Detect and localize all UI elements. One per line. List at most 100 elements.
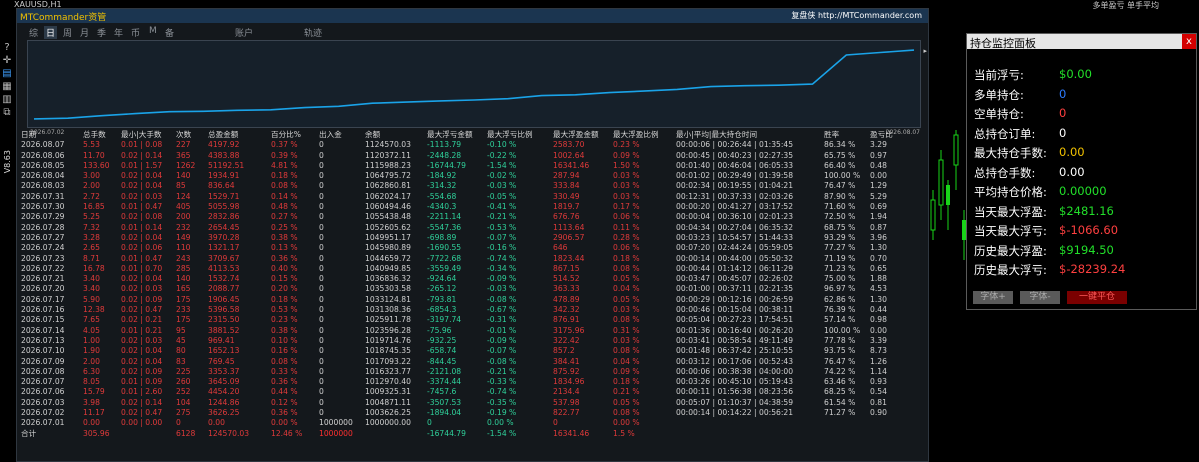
table-row[interactable]: 2026.07.28 7.32 0.01 | 0.14 232 2654.45 0.25 … <box>19 223 925 233</box>
cell-deposit: 0 <box>319 202 324 212</box>
close-all-button[interactable]: 一键平仓 <box>1067 291 1127 304</box>
cell-min-max-lots: 0.02 | 0.03 <box>121 191 163 201</box>
tab-weekly[interactable]: 周 <box>63 26 72 39</box>
cell-min-max-lots: 0.02 | 0.14 <box>121 397 163 407</box>
cell-total-profit: 51192.51 <box>208 160 245 170</box>
header-max-float-profit[interactable]: 最大浮盈金额 <box>553 130 599 140</box>
cell-max-float-loss-pct: -0.16 % <box>487 243 517 253</box>
font-increase-button[interactable]: 字体+ <box>973 291 1013 304</box>
cell-percent: 0.36 % <box>271 408 298 418</box>
table-row[interactable]: 2026.07.29 5.25 0.02 | 0.08 200 2832.86 0.27 … <box>19 212 925 222</box>
table-row[interactable]: 2026.07.14 4.05 0.01 | 0.21 95 3881.52 0.38 %… <box>19 326 925 336</box>
table-row[interactable]: 2026.07.21 3.40 0.02 | 0.04 140 1532.74 0.15 … <box>19 274 925 284</box>
table-row[interactable]: 2026.07.10 1.90 0.02 | 0.04 80 1652.13 0.16 %… <box>19 346 925 356</box>
table-row[interactable]: 2026.07.02 11.17 0.02 | 0.47 275 3626.25 0.36… <box>19 408 925 418</box>
table-row[interactable]: 2026.07.13 1.00 0.02 | 0.03 45 969.41 0.10 % 0… <box>19 336 925 346</box>
cell-trade-count: 260 <box>176 377 191 387</box>
cell-max-float-profit-pct: 0.17 % <box>613 202 640 212</box>
tab-overview[interactable]: 综 <box>29 26 38 39</box>
scroll-right-icon[interactable]: ▸ <box>923 47 927 55</box>
table-row[interactable]: 2026.07.20 3.40 0.02 | 0.03 165 2088.77 0.20 … <box>19 284 925 294</box>
cell-max-float-profit: 1113.64 <box>553 222 585 232</box>
cell-max-float-profit-pct: 0.21 % <box>613 387 640 397</box>
cell-date: 2026.07.14 <box>21 325 65 335</box>
table-row[interactable]: 2026.08.04 3.00 0.02 | 0.04 140 1934.91 0.18 … <box>19 171 925 181</box>
table-row[interactable]: 2026.07.06 15.79 0.01 | 2.60 252 4454.20 0.44… <box>19 387 925 397</box>
table-row[interactable]: 2026.07.16 12.38 0.02 | 0.47 233 5396.58 0.53… <box>19 305 925 315</box>
cell-total-profit: 4454.20 <box>208 387 240 397</box>
header-deposit[interactable]: 出入金 <box>319 130 342 140</box>
header-max-float-profit-pct[interactable]: 最大浮盈比例 <box>613 130 659 140</box>
cell-trade-count: 80 <box>176 346 186 356</box>
tab-track[interactable]: 轨迹 <box>304 26 322 39</box>
cell-total-lots: 12.38 <box>83 305 105 315</box>
table-row[interactable]: 2026.07.31 2.72 0.02 | 0.03 124 1529.71 0.14 … <box>19 192 925 202</box>
cell-max-float-profit: 330.49 <box>553 191 580 201</box>
cell-total-profit: 5055.98 <box>208 202 240 212</box>
table-row[interactable]: 2026.07.01 0.00 0.00 | 0.00 0 0.00 0.00 % 1000… <box>19 418 925 428</box>
question-icon[interactable]: ? <box>1 42 13 53</box>
table-row[interactable]: 2026.07.09 2.00 0.02 | 0.04 83 769.45 0.08 % 0… <box>19 357 925 367</box>
header-percent[interactable]: 百分比% <box>271 130 301 140</box>
crosshair-icon[interactable]: ✛ <box>1 55 13 66</box>
cell-max-float-profit-pct: 0.09 % <box>613 150 640 160</box>
tab-daily[interactable]: 日 <box>44 26 58 39</box>
header-total-lots[interactable]: 总手数 <box>83 130 106 140</box>
cell-balance: 1064795.72 <box>365 171 411 181</box>
font-decrease-button[interactable]: 字体- <box>1020 291 1060 304</box>
table-icon[interactable]: ▥ <box>1 94 13 105</box>
table-row[interactable]: 2026.07.07 8.05 0.01 | 0.09 260 3645.09 0.36 … <box>19 377 925 387</box>
table-row[interactable]: 2026.07.27 3.28 0.02 | 0.04 149 3970.28 0.38 … <box>19 233 925 243</box>
table-row[interactable]: 2026.07.15 7.65 0.02 | 0.21 175 2315.50 0.23 … <box>19 315 925 325</box>
grid-icon[interactable]: ▦ <box>1 81 13 92</box>
daily-stats-table: 日期 总手数 最小|大手数 次数 总盈金额 百分比% 出入金 余额 最大浮亏金额 最大浮亏比例 最大… <box>19 130 925 439</box>
close-icon[interactable]: x <box>1182 34 1196 49</box>
cell-date: 2026.07.21 <box>21 274 65 284</box>
tab-note[interactable]: 备 <box>165 26 174 39</box>
tab-quarterly[interactable]: 季 <box>97 26 106 39</box>
header-date[interactable]: 日期 <box>21 130 36 140</box>
header-total-profit[interactable]: 总盈金额 <box>208 130 238 140</box>
tab-yearly[interactable]: 年 <box>114 26 123 39</box>
cell-balance: 1036836.32 <box>365 274 411 284</box>
table-row[interactable]: 2026.07.08 6.30 0.02 | 0.09 225 3353.37 0.33 … <box>19 367 925 377</box>
header-balance[interactable]: 余额 <box>365 130 380 140</box>
cell-deposit: 0 <box>319 335 324 345</box>
tab-currency[interactable]: 币 <box>131 26 140 39</box>
tab-magic[interactable]: M <box>149 26 157 36</box>
table-row[interactable]: 2026.07.03 3.98 0.02 | 0.14 104 1244.86 0.12 … <box>19 398 925 408</box>
table-row[interactable]: 2026.07.24 2.65 0.02 | 0.06 110 1321.17 0.13 … <box>19 243 925 253</box>
cell-total-profit: 1529.71 <box>208 191 240 201</box>
cell-max-float-profit-pct: 0.11 % <box>613 222 640 232</box>
cell-date: 2026.08.03 <box>21 181 65 191</box>
header-max-float-loss-pct[interactable]: 最大浮亏比例 <box>487 130 533 140</box>
table-row[interactable]: 2026.08.07 5.53 0.01 | 0.08 227 4197.92 0.37 … <box>19 140 925 150</box>
table-row[interactable]: 2026.08.05 133.60 0.01 | 1.57 1262 51192.51 4… <box>19 161 925 171</box>
header-max-float-loss[interactable]: 最大浮亏金额 <box>427 130 473 140</box>
table-row[interactable]: 2026.07.30 16.85 0.01 | 0.47 405 5055.98 0.48… <box>19 202 925 212</box>
header-hold-time[interactable]: 最小|平均|最大持仓时间 <box>676 130 757 140</box>
header-win-rate[interactable]: 胜率 <box>824 130 839 140</box>
window-icon[interactable]: ⧉ <box>1 107 13 118</box>
side-value: 0.00 <box>1059 164 1085 179</box>
chart-icon[interactable]: ▤ <box>1 68 13 79</box>
cell-max-float-loss: -16744.79 <box>427 160 466 170</box>
tab-account[interactable]: 账户 <box>235 26 253 39</box>
header-trade-count[interactable]: 次数 <box>176 130 191 140</box>
cell-percent: 0.40 % <box>271 263 298 273</box>
header-min-max-lots[interactable]: 最小|大手数 <box>121 130 162 140</box>
table-row[interactable]: 2026.07.22 16.78 0.01 | 0.70 285 4113.53 0.40… <box>19 264 925 274</box>
cell-win-rate: 93.29 % <box>824 232 856 242</box>
table-row[interactable]: 2026.07.23 8.71 0.01 | 0.47 243 3709.67 0.36 … <box>19 254 925 264</box>
cell-total-profit: 1934.91 <box>208 171 240 181</box>
cell-trade-count: 95 <box>176 325 186 335</box>
cell-min-max-lots: 0.02 | 0.09 <box>121 294 163 304</box>
panel-website-link[interactable]: 复盘侠 http://MTCommander.com <box>791 10 922 21</box>
header-profit-ratio[interactable]: 盈亏比 <box>870 130 893 140</box>
cell-win-rate: 65.75 % <box>824 150 856 160</box>
table-row[interactable]: 2026.08.06 11.70 0.02 | 0.14 365 4383.88 0.39… <box>19 151 925 161</box>
cell-deposit: 0 <box>319 305 324 315</box>
table-row[interactable]: 2026.07.17 5.90 0.02 | 0.09 175 1906.45 0.18 … <box>19 295 925 305</box>
table-row[interactable]: 2026.08.03 2.00 0.02 | 0.04 85 836.64 0.08 % 0… <box>19 181 925 191</box>
tab-monthly[interactable]: 月 <box>80 26 89 39</box>
